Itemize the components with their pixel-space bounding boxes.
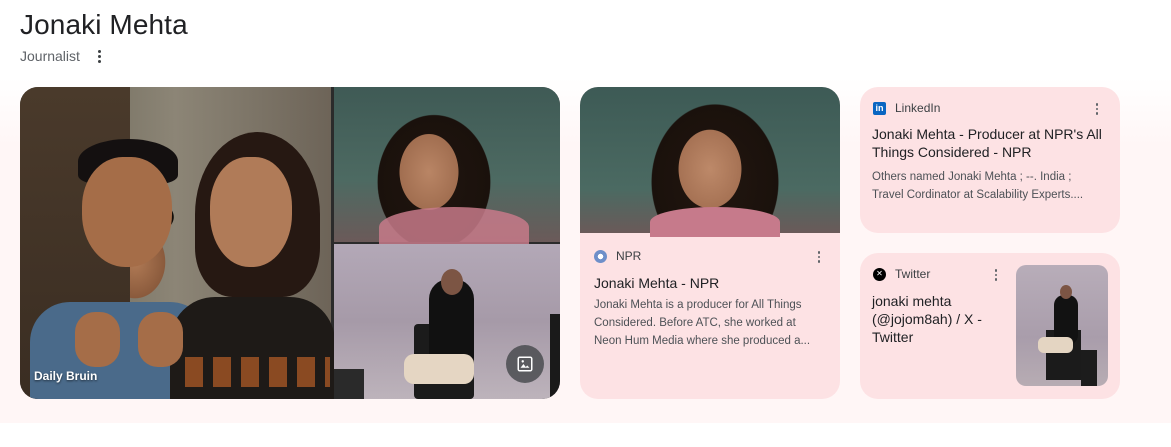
npr-snippet-line: Jonaki Mehta is a producer for All Thing… xyxy=(594,299,802,311)
image-icon-glyph xyxy=(517,356,533,372)
twitter-title-line[interactable]: Twitter xyxy=(872,328,913,346)
twitter-title-line[interactable]: jonaki mehta xyxy=(872,292,951,310)
npr-source-name: NPR xyxy=(616,249,642,263)
head xyxy=(441,269,463,295)
npr-title[interactable]: Jonaki Mehta - NPR xyxy=(594,274,719,292)
hair-highlight xyxy=(379,207,529,247)
more-vert-icon[interactable] xyxy=(991,268,1001,282)
linkedin-snippet-line: Travel Cordinator at Scalability Experts… xyxy=(872,189,1084,201)
twitter-source-row[interactable]: ✕ Twitter xyxy=(873,267,930,281)
stool xyxy=(1081,350,1097,386)
image-collage[interactable]: Daily Bruin xyxy=(20,87,560,399)
npr-card[interactable]: NPR Jonaki Mehta - NPR Jonaki Mehta is a… xyxy=(580,87,840,399)
head xyxy=(1060,285,1072,299)
subtitle-row: Journalist xyxy=(20,47,108,65)
npr-snippet-line: Considered. Before ATC, she worked at xyxy=(594,317,796,329)
thumb xyxy=(138,312,183,367)
globe-icon xyxy=(594,249,607,263)
entity-subtitle: Journalist xyxy=(20,48,80,64)
npr-snippet-line: Neon Hum Media where she produced a... xyxy=(594,335,811,347)
more-vert-icon[interactable] xyxy=(814,250,824,264)
stool xyxy=(334,369,364,399)
hair-highlight xyxy=(650,207,780,237)
stand xyxy=(550,314,560,399)
page-title: Jonaki Mehta xyxy=(20,9,188,40)
pants xyxy=(404,354,474,384)
twitter-thumbnail[interactable] xyxy=(1016,265,1108,386)
more-vert-icon[interactable] xyxy=(1092,102,1102,116)
linkedin-title-line[interactable]: Things Considered - NPR xyxy=(872,143,1032,161)
more-vert-icon[interactable] xyxy=(92,47,108,65)
linkedin-source-row[interactable]: in LinkedIn xyxy=(873,101,940,115)
main-photo[interactable]: Daily Bruin xyxy=(20,87,335,399)
linkedin-card[interactable]: in LinkedIn Jonaki Mehta - Producer at N… xyxy=(860,87,1120,233)
image-icon[interactable] xyxy=(506,345,544,383)
face xyxy=(210,157,292,267)
sweater-pattern xyxy=(185,357,330,387)
npr-thumbnail xyxy=(580,87,840,237)
portrait-photo[interactable] xyxy=(334,87,560,247)
face xyxy=(82,157,172,267)
twitter-card[interactable]: ✕ Twitter jonaki mehta (@jojom8ah) / X -… xyxy=(860,253,1120,399)
npr-source-row[interactable]: NPR xyxy=(594,249,641,263)
twitter-source-name: Twitter xyxy=(895,267,931,281)
twitter-title-line[interactable]: (@jojom8ah) / X - xyxy=(872,310,982,328)
pants xyxy=(1038,337,1073,353)
x-icon: ✕ xyxy=(873,267,886,281)
linkedin-icon: in xyxy=(873,101,886,115)
image-source-label: Daily Bruin xyxy=(34,369,98,383)
thumb xyxy=(75,312,120,367)
linkedin-title-line[interactable]: Jonaki Mehta - Producer at NPR's All xyxy=(872,125,1102,143)
linkedin-source-name: LinkedIn xyxy=(895,101,941,115)
linkedin-snippet-line: Others named Jonaki Mehta ; --. India ; xyxy=(872,171,1072,183)
